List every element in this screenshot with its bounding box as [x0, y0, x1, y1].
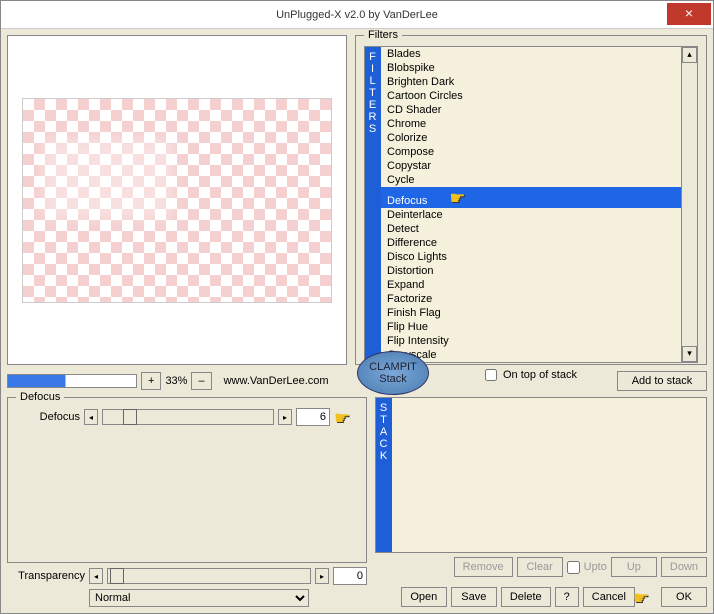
defocus-decrease-button[interactable]: ◂ [84, 409, 98, 425]
filter-item[interactable]: Flip Intensity [381, 334, 681, 348]
down-button[interactable]: Down [661, 557, 707, 577]
defocus-increase-button[interactable]: ▸ [278, 409, 292, 425]
filter-item[interactable]: Cycle [381, 173, 681, 187]
preview-image[interactable] [22, 98, 332, 303]
filter-item[interactable]: Finish Flag [381, 306, 681, 320]
filter-item[interactable]: Colorize [381, 131, 681, 145]
stack-list[interactable] [392, 398, 706, 552]
filter-item[interactable]: Copystar [381, 159, 681, 173]
preview-blur-region [43, 139, 173, 219]
blend-mode-select[interactable]: Normal [89, 589, 309, 607]
close-button[interactable]: × [667, 3, 711, 25]
up-button[interactable]: Up [611, 557, 657, 577]
defocus-group: Defocus Defocus ◂ ▸ [7, 397, 367, 563]
add-to-stack-button[interactable]: Add to stack [617, 371, 707, 391]
filter-item[interactable]: CD Shader [381, 103, 681, 117]
zoom-value: 33% [165, 375, 187, 387]
titlebar: UnPlugged-X v2.0 by VanDerLee × [1, 1, 713, 29]
filter-item[interactable]: Blades [381, 47, 681, 61]
filters-vlabel: FILTERS [365, 47, 381, 362]
filter-item[interactable]: Detect [381, 222, 681, 236]
clear-button[interactable]: Clear [517, 557, 563, 577]
transparency-label: Transparency [7, 570, 85, 582]
filter-item[interactable]: Cartoon Circles [381, 89, 681, 103]
stack-badge: CLAMPIT Stack [357, 351, 429, 395]
upto-checkbox[interactable] [567, 561, 580, 574]
filter-item[interactable]: Expand [381, 278, 681, 292]
zoom-plus-button[interactable]: + [141, 372, 161, 390]
hand-cursor-icon [449, 188, 473, 206]
filter-item[interactable]: Difference [381, 236, 681, 250]
filter-item[interactable]: Defocus [381, 187, 681, 208]
delete-button[interactable]: Delete [501, 587, 551, 607]
filter-item[interactable]: Factorize [381, 292, 681, 306]
transparency-decrease-button[interactable]: ◂ [89, 568, 103, 584]
transparency-slider[interactable] [107, 568, 311, 584]
transparency-increase-button[interactable]: ▸ [315, 568, 329, 584]
zoom-slider[interactable] [7, 374, 137, 388]
defocus-thumb[interactable] [123, 409, 137, 425]
preview-panel [7, 35, 347, 365]
stack-vlabel: STACK [376, 398, 392, 552]
filter-item[interactable]: Brighten Dark [381, 75, 681, 89]
save-button[interactable]: Save [451, 587, 497, 607]
hand-cursor-icon [334, 408, 358, 426]
upto-label: Upto [584, 561, 607, 573]
window-title: UnPlugged-X v2.0 by VanDerLee [276, 9, 438, 21]
filters-group: Filters FILTERS BladesBlobspikeBrighten … [355, 35, 707, 365]
filters-list[interactable]: BladesBlobspikeBrighten DarkCartoon Circ… [381, 47, 681, 362]
open-button[interactable]: Open [401, 587, 447, 607]
filter-item[interactable]: Blobspike [381, 61, 681, 75]
scroll-up-button[interactable]: ▴ [682, 47, 697, 63]
cancel-button[interactable]: Cancel [583, 587, 635, 607]
transparency-thumb[interactable] [110, 568, 124, 584]
remove-button[interactable]: Remove [454, 557, 513, 577]
ok-button[interactable]: OK [661, 587, 707, 607]
zoom-minus-button[interactable]: – [191, 372, 211, 390]
defocus-slider[interactable] [102, 409, 274, 425]
filters-scrollbar[interactable]: ▴ ▾ [681, 47, 697, 362]
filter-item[interactable]: Grayscale [381, 348, 681, 362]
website-link[interactable]: www.VanDerLee.com [224, 375, 329, 387]
help-button[interactable]: ? [555, 587, 579, 607]
app-window: UnPlugged-X v2.0 by VanDerLee × Filters … [0, 0, 714, 614]
filter-item[interactable]: Flip Hue [381, 320, 681, 334]
stack-panel: STACK [375, 397, 707, 553]
defocus-label: Defocus [16, 411, 80, 423]
defocus-value-input[interactable] [296, 408, 330, 426]
filter-item[interactable]: Compose [381, 145, 681, 159]
transparency-value-input[interactable] [333, 567, 367, 585]
filter-item[interactable]: Deinterlace [381, 208, 681, 222]
defocus-legend: Defocus [16, 391, 64, 403]
filter-item[interactable]: Chrome [381, 117, 681, 131]
filter-item[interactable]: Distortion [381, 264, 681, 278]
hand-cursor-icon [633, 588, 657, 606]
scroll-down-button[interactable]: ▾ [682, 346, 697, 362]
filter-item[interactable]: Disco Lights [381, 250, 681, 264]
filters-legend: Filters [364, 29, 402, 41]
